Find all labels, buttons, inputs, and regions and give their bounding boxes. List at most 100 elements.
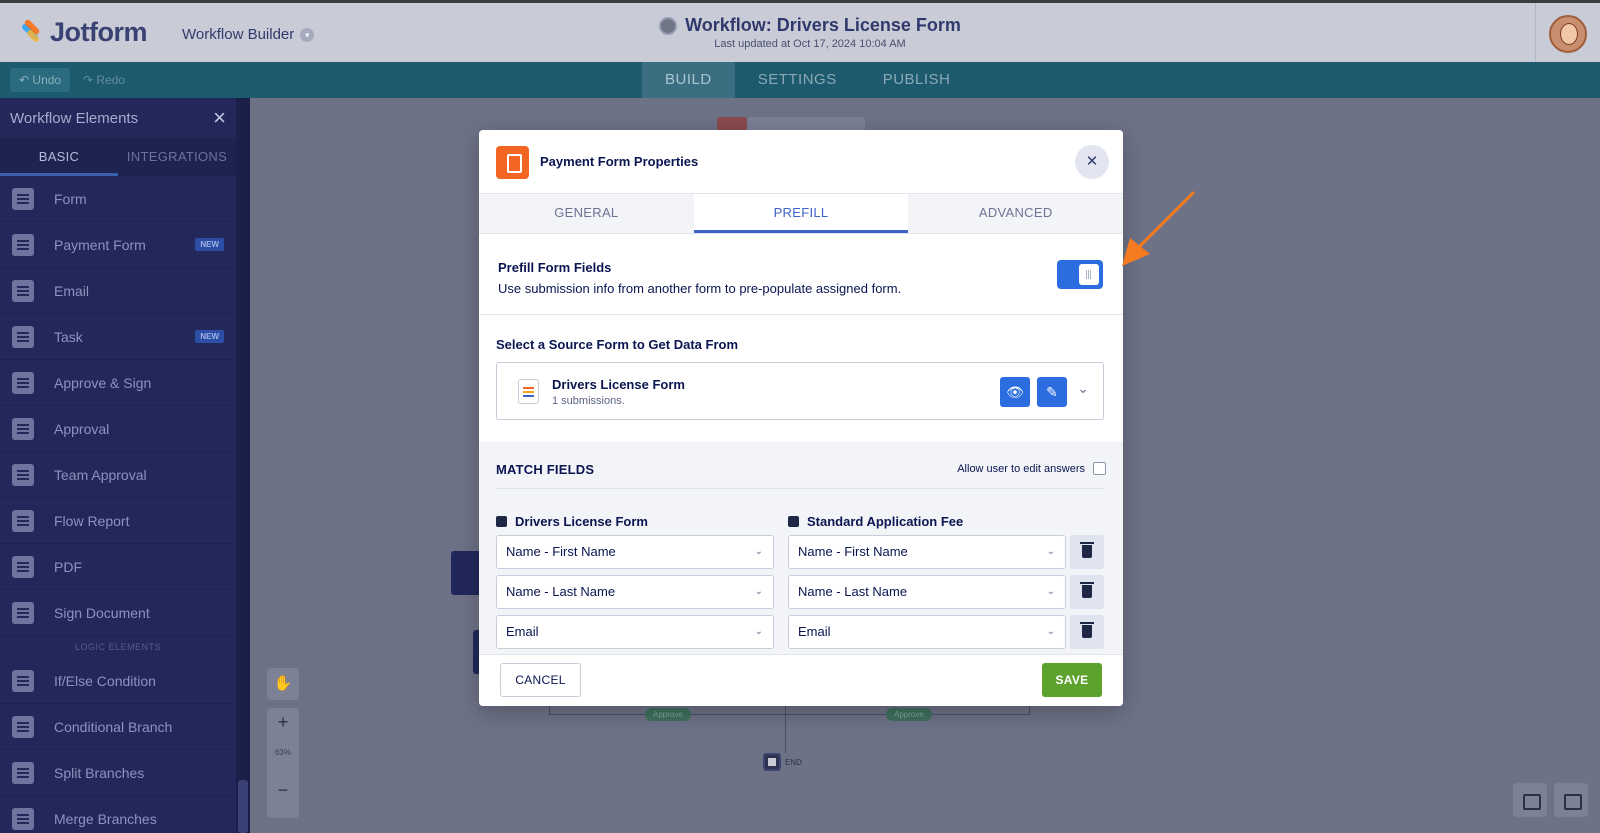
- redo-button[interactable]: ↷ Redo: [74, 68, 134, 92]
- tab-prefill[interactable]: PREFILL: [693, 194, 909, 233]
- tab-build[interactable]: BUILD: [642, 62, 735, 98]
- source-form-select[interactable]: Drivers License Form 1 submissions. 👁 ✎ …: [496, 362, 1104, 420]
- allow-edit-label: Allow user to edit answers: [957, 462, 1085, 475]
- sidebar-item-payment-form[interactable]: Payment Form NEW: [0, 222, 236, 268]
- close-icon[interactable]: ×: [213, 105, 226, 131]
- sidebar-item-label: Flow Report: [54, 512, 130, 529]
- sidebar-item-flow-report[interactable]: Flow Report: [0, 498, 236, 544]
- tab-integrations[interactable]: INTEGRATIONS: [118, 138, 236, 176]
- apps-grid-button[interactable]: [1513, 783, 1547, 817]
- target-field-select[interactable]: Email ⌄: [788, 615, 1066, 649]
- modal-title: Payment Form Properties: [540, 154, 699, 169]
- zoom-level: 63%: [274, 748, 291, 757]
- tab-publish[interactable]: PUBLISH: [860, 62, 974, 98]
- workflow-node-label[interactable]: [747, 117, 865, 131]
- sidebar-item-split-branches[interactable]: Split Branches: [0, 750, 236, 796]
- workflow-node[interactable]: [717, 117, 747, 131]
- conditional-branch-icon: [12, 715, 34, 738]
- new-badge: NEW: [195, 330, 224, 343]
- sidebar-item-conditional-branch[interactable]: Conditional Branch: [0, 704, 236, 750]
- chevron-down-icon: ⌄: [1046, 626, 1055, 637]
- sidebar-item-approve-sign[interactable]: Approve & Sign: [0, 360, 236, 406]
- allow-edit-checkbox[interactable]: [1093, 462, 1106, 475]
- builder-tabs: BUILD SETTINGS PUBLISH: [642, 62, 973, 98]
- last-updated-text: Last updated at Oct 17, 2024 10:04 AM: [714, 38, 906, 50]
- approve-label: Approve: [886, 708, 932, 721]
- new-badge: NEW: [195, 238, 224, 251]
- cancel-button[interactable]: CANCEL: [500, 663, 581, 697]
- sidebar-item-email[interactable]: Email: [0, 268, 236, 314]
- modal-header: Payment Form Properties ✕: [479, 130, 1123, 194]
- source-field-select[interactable]: Name - Last Name ⌄: [496, 575, 774, 609]
- flow-connector: [549, 714, 1029, 715]
- form-document-icon: [518, 379, 539, 404]
- modal-tabs: GENERAL PREFILL ADVANCED: [479, 194, 1123, 234]
- user-menu[interactable]: [1535, 3, 1600, 65]
- delete-row-button[interactable]: [1070, 615, 1104, 649]
- page-title[interactable]: Workflow: Drivers License Form: [685, 15, 961, 36]
- tab-settings[interactable]: SETTINGS: [735, 62, 860, 98]
- sidebar-item-label: Task: [54, 328, 83, 345]
- end-node[interactable]: END: [763, 753, 802, 771]
- chevron-down-icon: ⌄: [754, 546, 763, 557]
- sidebar-item-label: Email: [54, 282, 90, 299]
- tab-basic[interactable]: BASIC: [0, 138, 118, 176]
- sidebar-item-merge-branches[interactable]: Merge Branches: [0, 796, 236, 833]
- source-field-select[interactable]: Email ⌄: [496, 615, 774, 649]
- target-column-label: Standard Application Fee: [807, 514, 964, 529]
- sidebar-item-form[interactable]: Form: [0, 176, 236, 222]
- sidebar-item-label: PDF: [54, 558, 82, 575]
- avatar[interactable]: [1549, 15, 1587, 53]
- prefill-toggle[interactable]: [1057, 260, 1103, 289]
- merge-branches-icon: [12, 807, 34, 830]
- sidebar-scrollbar-track[interactable]: [236, 98, 250, 833]
- target-field-select[interactable]: Name - Last Name ⌄: [788, 575, 1066, 609]
- undo-icon: ↶: [19, 73, 30, 87]
- select-value: Email: [506, 624, 539, 639]
- zoom-in-button[interactable]: +: [267, 712, 299, 733]
- sidebar-item-label: Merge Branches: [54, 810, 157, 827]
- hand-tool-button[interactable]: ✋: [267, 668, 299, 700]
- builder-label: Workflow Builder: [182, 26, 295, 43]
- sign-document-icon: [12, 601, 34, 624]
- builder-switcher[interactable]: Workflow Builder ▾: [182, 26, 315, 43]
- delete-row-button[interactable]: [1070, 575, 1104, 609]
- annotation-arrow-icon: [1122, 191, 1195, 266]
- target-field-select[interactable]: Name - First Name ⌄: [788, 535, 1066, 569]
- select-value: Email: [798, 624, 831, 639]
- select-value: Name - Last Name: [798, 584, 908, 599]
- workflow-node[interactable]: [451, 551, 481, 595]
- edit-form-button[interactable]: ✎: [1037, 377, 1067, 407]
- source-field-select[interactable]: Name - First Name ⌄: [496, 535, 774, 569]
- minimap-toggle-button[interactable]: [1554, 783, 1588, 817]
- sidebar-item-pdf[interactable]: PDF: [0, 544, 236, 590]
- sidebar-item-task[interactable]: Task NEW: [0, 314, 236, 360]
- sidebar-scrollbar-thumb[interactable]: [238, 780, 248, 833]
- allow-edit-option[interactable]: Allow user to edit answers: [957, 462, 1106, 475]
- undo-button[interactable]: ↶ Undo: [10, 68, 71, 92]
- chevron-down-icon[interactable]: ⌄: [1077, 380, 1089, 397]
- form-icon: [788, 516, 799, 527]
- redo-label: Redo: [96, 73, 126, 87]
- save-button[interactable]: SAVE: [1042, 663, 1102, 697]
- jotform-logo[interactable]: Jotform: [18, 17, 148, 48]
- redo-icon: ↷: [83, 73, 94, 87]
- tab-general[interactable]: GENERAL: [479, 194, 694, 233]
- preview-form-button[interactable]: 👁: [1000, 377, 1030, 407]
- tab-advanced[interactable]: ADVANCED: [908, 194, 1123, 233]
- sidebar-item-team-approval[interactable]: Team Approval: [0, 452, 236, 498]
- chevron-down-icon: ⌄: [754, 626, 763, 637]
- sidebar-item-approval[interactable]: Approval: [0, 406, 236, 452]
- pdf-icon: [12, 555, 34, 578]
- sidebar-item-if-else[interactable]: If/Else Condition: [0, 658, 236, 704]
- close-button[interactable]: ✕: [1075, 145, 1109, 179]
- match-fields-section: MATCH FIELDS Allow user to edit answers …: [479, 442, 1123, 654]
- delete-row-button[interactable]: [1070, 535, 1104, 569]
- zoom-out-button[interactable]: −: [267, 780, 299, 801]
- select-value: Name - Last Name: [506, 584, 616, 599]
- logic-elements-heading: LOGIC ELEMENTS: [74, 642, 162, 652]
- sidebar-item-sign-document[interactable]: Sign Document: [0, 590, 236, 636]
- flow-connector: [1029, 705, 1030, 715]
- sidebar-item-label: Split Branches: [54, 764, 145, 781]
- prefill-setting: Prefill Form Fields Use submission info …: [479, 234, 1123, 315]
